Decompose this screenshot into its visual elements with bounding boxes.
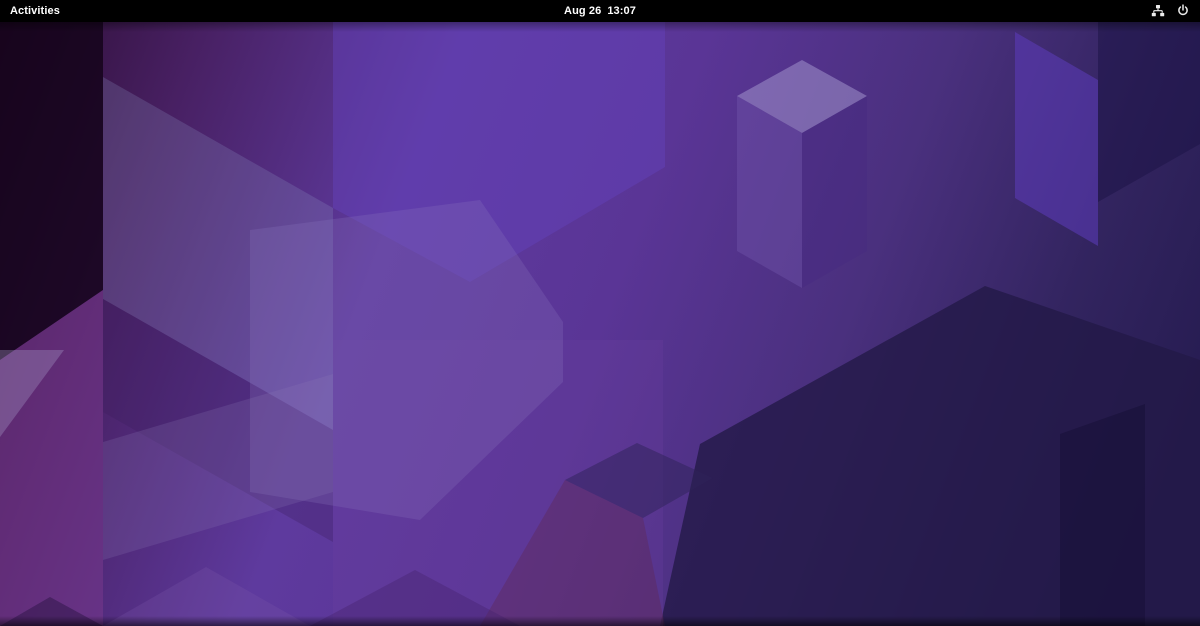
system-status-area[interactable] — [1141, 0, 1200, 22]
desktop-wallpaper — [0, 22, 1200, 626]
desktop-area — [0, 22, 1200, 626]
gnome-desktop-screen: Activities Aug 26 13:07 — [0, 0, 1200, 626]
top-bar: Activities Aug 26 13:07 — [0, 0, 1200, 22]
clock-button[interactable]: Aug 26 13:07 — [564, 0, 636, 22]
activities-button[interactable]: Activities — [0, 0, 70, 22]
power-icon — [1176, 4, 1190, 18]
clock-time: 13:07 — [607, 5, 636, 17]
clock-date: Aug 26 — [564, 5, 601, 17]
wired-network-icon — [1151, 4, 1165, 18]
